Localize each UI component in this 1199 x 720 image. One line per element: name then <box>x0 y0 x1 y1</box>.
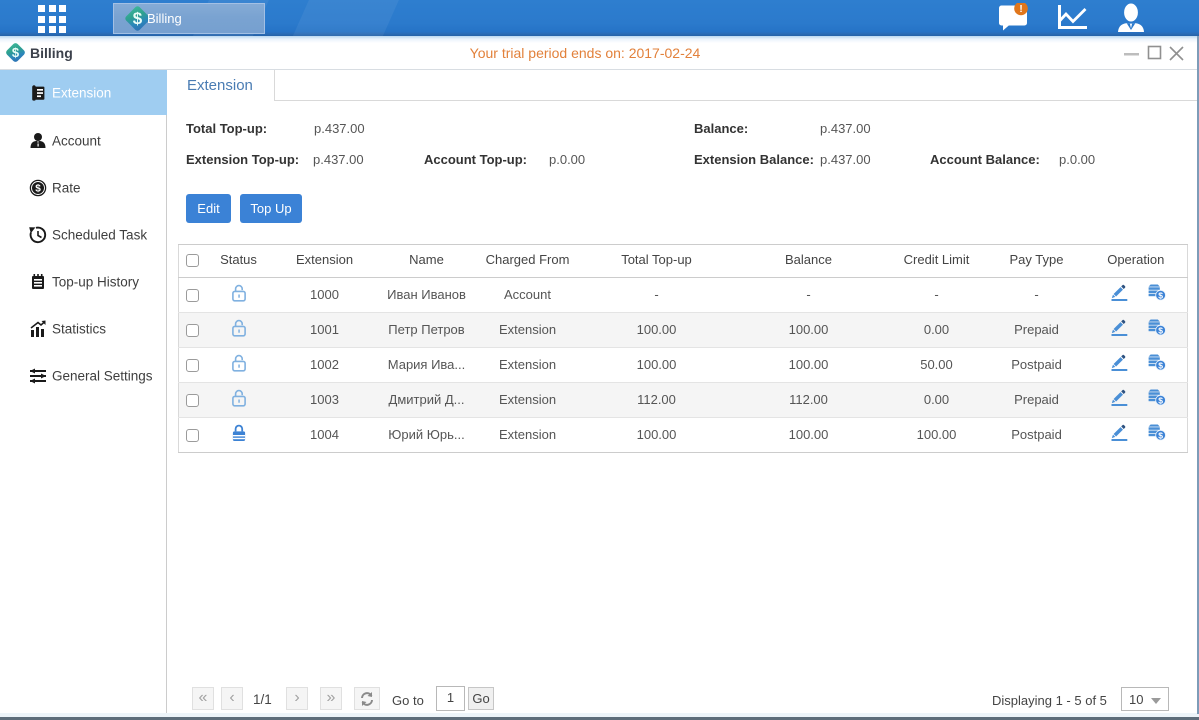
svg-text:!: ! <box>1019 4 1022 15</box>
svg-text:$: $ <box>35 183 41 194</box>
svg-text:$: $ <box>1158 325 1163 335</box>
svg-text:$: $ <box>1158 430 1163 440</box>
svg-text:$: $ <box>1158 360 1163 370</box>
svg-text:$: $ <box>1158 290 1163 300</box>
svg-text:$: $ <box>1158 395 1163 405</box>
